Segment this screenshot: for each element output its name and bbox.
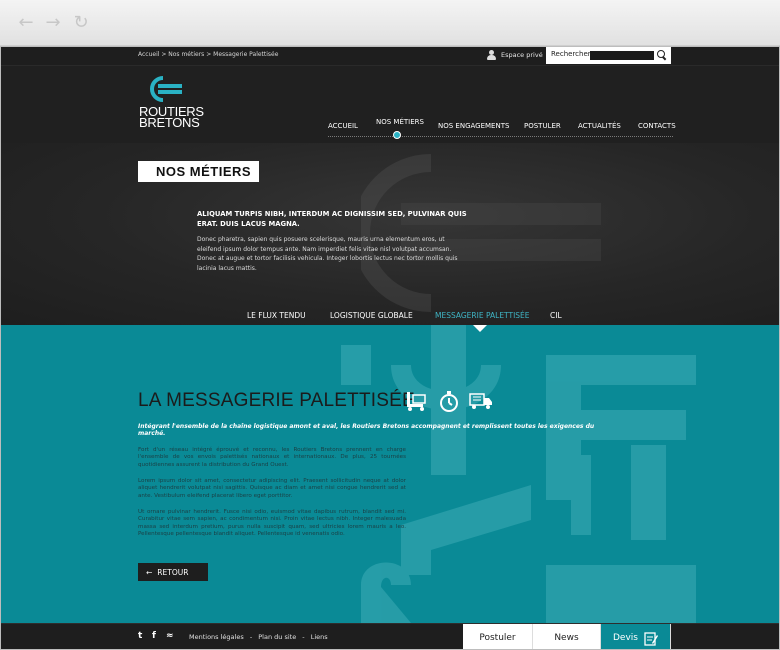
subnav-cil[interactable]: CIL [550,311,562,320]
reload-icon[interactable]: ↻ [71,13,91,33]
footer-separator: - [302,633,305,641]
search-box: Rechercher [546,47,671,64]
rss-icon[interactable]: ≈ [166,632,174,641]
logo-mark-icon [150,76,182,102]
nav-contacts[interactable]: CONTACTS [638,122,676,130]
facebook-icon[interactable]: f [152,632,160,641]
site-header: ROUTIERS BRETONS ACCUEIL NOS MÉTIERS NOS… [1,65,779,143]
logo-text: ROUTIERS BRETONS [139,105,204,130]
paragraph: Fort d'un réseau intégré éprouvé et reco… [138,447,406,468]
paragraph: Ut ornare pulvinar hendrerit. Fusce nisi… [138,509,406,538]
arrow-left-icon: ← [146,567,153,577]
section-intro: Intégrant l'ensemble de la chaîne logist… [138,423,595,437]
top-bar: Accueil > Nos métiers > Messagerie Palet… [1,47,779,65]
site-footer: t f ≈ Mentions légales - Plan du site - … [1,623,779,649]
back-arrow-icon[interactable]: ← [16,13,36,33]
search-icon[interactable] [657,50,666,59]
search-input[interactable] [590,51,654,60]
footer-separator: - [249,633,253,641]
footer-link-mentions[interactable]: Mentions légales [189,633,244,641]
web-page: Accueil > Nos métiers > Messagerie Palet… [0,46,780,650]
section-background-graphic [341,325,696,623]
hero-background-graphic [361,154,601,312]
footer-link-plan[interactable]: Plan du site [258,633,296,641]
espace-prive-label: Espace privé [501,51,543,59]
footer-tab-devis-label: Devis [613,633,638,643]
quote-form-icon [644,631,658,646]
footer-tab-news[interactable]: News [533,624,601,649]
pallet-truck-icon [407,392,426,411]
logo[interactable]: ROUTIERS BRETONS [139,76,209,138]
paragraph: Lorem ipsum dolor sit amet, consectetur … [138,478,406,499]
subnav-flux-tendu[interactable]: LE FLUX TENDU [247,311,306,320]
nav-postuler[interactable]: POSTULER [524,122,561,130]
hero-lead: ALIQUAM TURPIS NIBH, INTERDUM AC DIGNISS… [197,210,467,228]
footer-link-liens[interactable]: Liens [311,633,328,641]
back-button[interactable]: ← RETOUR [138,563,208,581]
twitter-icon[interactable]: t [138,632,146,641]
espace-prive-link[interactable]: Espace privé [487,50,543,60]
social-links: t f ≈ [138,632,174,641]
footer-tab-postuler[interactable]: Postuler [463,624,533,649]
forward-arrow-icon[interactable]: → [43,13,63,33]
hero-body: Donec pharetra, sapien quis posuere scel… [197,236,458,272]
hero-banner: NOS MÉTIERS ALIQUAM TURPIS NIBH, INTERDU… [1,143,779,325]
sub-nav: LE FLUX TENDU LOGISTIQUE GLOBALE MESSAGE… [1,305,779,325]
nav-nos-metiers[interactable]: NOS MÉTIERS [376,118,424,126]
subnav-logistique-globale[interactable]: LOGISTIQUE GLOBALE [330,311,413,320]
nav-accueil[interactable]: ACCUEIL [328,122,358,130]
nav-actualites[interactable]: ACTUALITÉS [578,122,621,130]
search-label: Rechercher [551,50,591,58]
footer-links: Mentions légales - Plan du site - Liens [189,633,332,641]
back-button-label: RETOUR [157,567,189,577]
content-section: LA MESSAGERIE PALETTISÉE Intégrant l'ens… [1,325,779,623]
footer-tab-devis[interactable]: Devis [601,624,671,649]
feature-icons [405,390,493,412]
subnav-messagerie-palettisee[interactable]: MESSAGERIE PALETTISÉE [435,311,530,320]
subnav-pointer [473,325,487,332]
hero-title: NOS MÉTIERS [138,161,260,182]
section-title: LA MESSAGERIE PALETTISÉE [138,390,415,411]
logo-line-2: BRETONS [139,115,200,130]
nav-nos-engagements[interactable]: NOS ENGAGEMENTS [438,122,509,130]
active-nav-indicator [393,131,401,139]
delivery-truck-icon [469,393,492,409]
stopwatch-icon [440,391,458,412]
breadcrumb[interactable]: Accueil > Nos métiers > Messagerie Palet… [138,51,278,58]
browser-toolbar: ← → ↻ [0,0,780,46]
nav-underline [328,136,673,137]
user-icon [487,50,496,60]
